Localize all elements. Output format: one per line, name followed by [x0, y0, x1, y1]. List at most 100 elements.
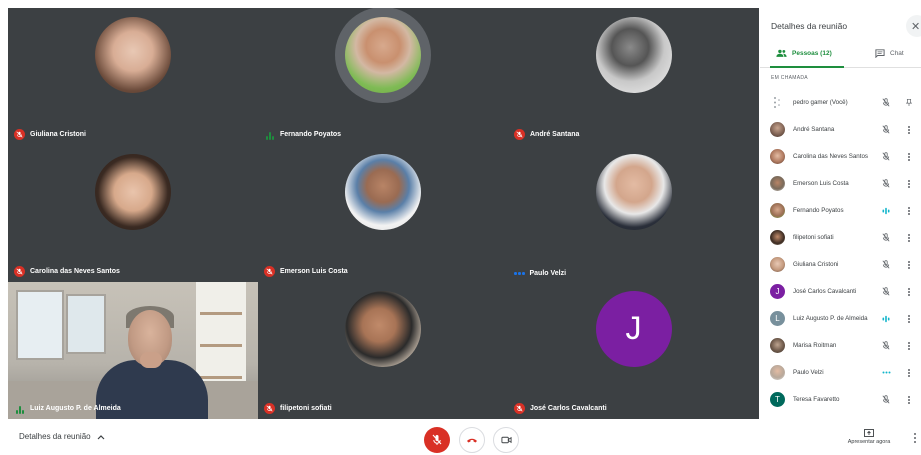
participant-name: Fernando Poyatos	[793, 207, 844, 214]
chat-icon	[875, 49, 885, 58]
more-options-icon[interactable]	[906, 395, 912, 405]
tab-chat[interactable]: Chat	[875, 49, 904, 58]
participant-name: Emerson Luis Costa	[793, 180, 849, 187]
more-options-icon[interactable]	[906, 206, 912, 216]
more-options-icon[interactable]	[906, 341, 912, 351]
mic-off-icon	[264, 266, 275, 277]
participant-tile[interactable]: Fernando Poyatos	[258, 8, 508, 145]
participant-row[interactable]: T Teresa Favaretto	[760, 386, 921, 413]
participant-name: André Santana	[793, 126, 835, 133]
participant-avatar	[345, 153, 421, 230]
participant-name: Giuliana Cristoni	[30, 131, 87, 138]
participant-avatar	[770, 230, 785, 245]
participant-name: Luiz Augusto P. de Almeida	[30, 405, 121, 412]
participant-row[interactable]: Paulo Velzi	[760, 359, 921, 386]
mic-off-icon	[14, 266, 25, 277]
participant-row[interactable]: L Luiz Augusto P. de Almeida	[760, 305, 921, 332]
participant-avatar	[595, 16, 672, 93]
participant-tile[interactable]: filipetoni sofiati	[258, 282, 508, 419]
mic-off-icon	[514, 403, 525, 414]
participant-row[interactable]: filipetoni sofiati	[760, 224, 921, 251]
more-options-icon[interactable]	[906, 260, 912, 270]
participant-row[interactable]: André Santana	[760, 116, 921, 143]
mic-off-icon	[881, 125, 891, 135]
mic-off-icon	[881, 98, 891, 108]
more-options-icon[interactable]	[906, 152, 912, 162]
section-label: EM CHAMADA	[771, 75, 808, 81]
participant-name: José Carlos Cavalcanti	[530, 405, 607, 412]
meeting-details-panel: Detalhes da reunião ✕ Pessoas (12) Chat …	[760, 0, 921, 419]
more-options-icon[interactable]	[906, 287, 912, 297]
participant-avatar	[770, 203, 785, 218]
participant-name: André Santana	[530, 131, 580, 138]
meeting-details-button[interactable]: Detalhes da reunião	[19, 432, 105, 441]
pin-icon[interactable]	[906, 98, 912, 108]
participant-avatar	[95, 153, 171, 230]
panel-title: Detalhes da reunião	[771, 21, 848, 31]
participant-list: pedro gamer (Você) André Santana Carolina …	[760, 89, 921, 413]
present-now-label: Apresentar agora	[847, 439, 891, 445]
speaking-indicator-icon	[14, 403, 25, 414]
participant-row[interactable]: Marisa Roitman	[760, 332, 921, 359]
participant-row[interactable]: Fernando Poyatos	[760, 197, 921, 224]
camera-toggle-button[interactable]	[493, 427, 519, 453]
more-options-icon[interactable]	[906, 368, 912, 378]
tab-people-label: Pessoas (12)	[792, 49, 832, 57]
participant-name: José Carlos Cavalcanti	[793, 288, 857, 295]
participant-avatar-letter: J	[595, 290, 672, 367]
meet-window: Giuliana Cristoni Fernando Poyatos André…	[0, 0, 921, 455]
present-screen-icon	[864, 429, 874, 437]
participant-avatar	[770, 338, 785, 353]
present-now-button[interactable]: Apresentar agora	[843, 429, 895, 445]
participant-row[interactable]: J José Carlos Cavalcanti	[760, 278, 921, 305]
participant-name: Teresa Favaretto	[793, 396, 840, 403]
mic-off-icon	[881, 260, 891, 270]
participant-avatar	[595, 153, 672, 230]
phone-hangup-icon	[467, 438, 477, 443]
more-options-icon[interactable]	[906, 179, 912, 189]
participant-avatar	[95, 16, 171, 93]
active-tab-indicator	[770, 66, 844, 68]
tab-chat-label: Chat	[890, 50, 904, 57]
speaking-indicator-icon	[264, 129, 275, 140]
participant-row[interactable]: pedro gamer (Você)	[760, 89, 921, 116]
people-icon	[776, 49, 787, 57]
participant-name: filipetoni sofiati	[280, 405, 332, 412]
video-camera-icon	[500, 436, 512, 444]
participant-name: Paulo Velzi	[793, 369, 824, 376]
mic-off-icon	[881, 287, 891, 297]
participant-tile[interactable]: Emerson Luis Costa	[258, 145, 508, 282]
participant-tile[interactable]: J José Carlos Cavalcanti	[508, 282, 759, 419]
more-options-icon[interactable]	[906, 125, 912, 135]
meeting-details-label: Detalhes da reunião	[19, 432, 91, 441]
mic-off-icon	[881, 233, 891, 243]
participant-name: Carolina das Neves Santos	[793, 153, 868, 160]
participant-tile[interactable]: Paulo Velzi	[508, 145, 759, 282]
participant-video	[8, 282, 258, 419]
participant-name: Emerson Luis Costa	[280, 268, 348, 275]
participant-video-tile[interactable]: Luiz Augusto P. de Almeida	[8, 282, 258, 419]
bottom-bar: Detalhes da reunião Apresentar agora	[0, 419, 921, 455]
participant-tile[interactable]: Carolina das Neves Santos	[8, 145, 258, 282]
microphone-toggle-button[interactable]	[424, 427, 450, 453]
tab-people[interactable]: Pessoas (12)	[776, 49, 832, 57]
participant-name: Luiz Augusto P. de Almeida	[793, 315, 868, 322]
close-icon[interactable]: ✕	[906, 15, 921, 37]
chevron-up-icon	[97, 434, 105, 439]
participant-row[interactable]: Carolina das Neves Santos	[760, 143, 921, 170]
more-options-icon[interactable]	[906, 233, 912, 243]
more-options-icon[interactable]	[914, 433, 918, 443]
participant-avatar	[770, 149, 785, 164]
participant-row[interactable]: Giuliana Cristoni	[760, 251, 921, 278]
hang-up-button[interactable]	[459, 427, 485, 453]
participant-avatar: J	[770, 284, 785, 299]
more-options-icon[interactable]	[906, 314, 912, 324]
participant-avatar	[345, 16, 421, 93]
panel-tabs: Pessoas (12) Chat	[760, 44, 921, 68]
participant-row[interactable]: Emerson Luis Costa	[760, 170, 921, 197]
speaking-indicator-icon	[881, 314, 891, 324]
mic-off-icon	[881, 152, 891, 162]
participant-tile[interactable]: Giuliana Cristoni	[8, 8, 258, 145]
participant-tile[interactable]: André Santana	[508, 8, 759, 145]
participant-name: pedro gamer (Você)	[793, 99, 848, 106]
